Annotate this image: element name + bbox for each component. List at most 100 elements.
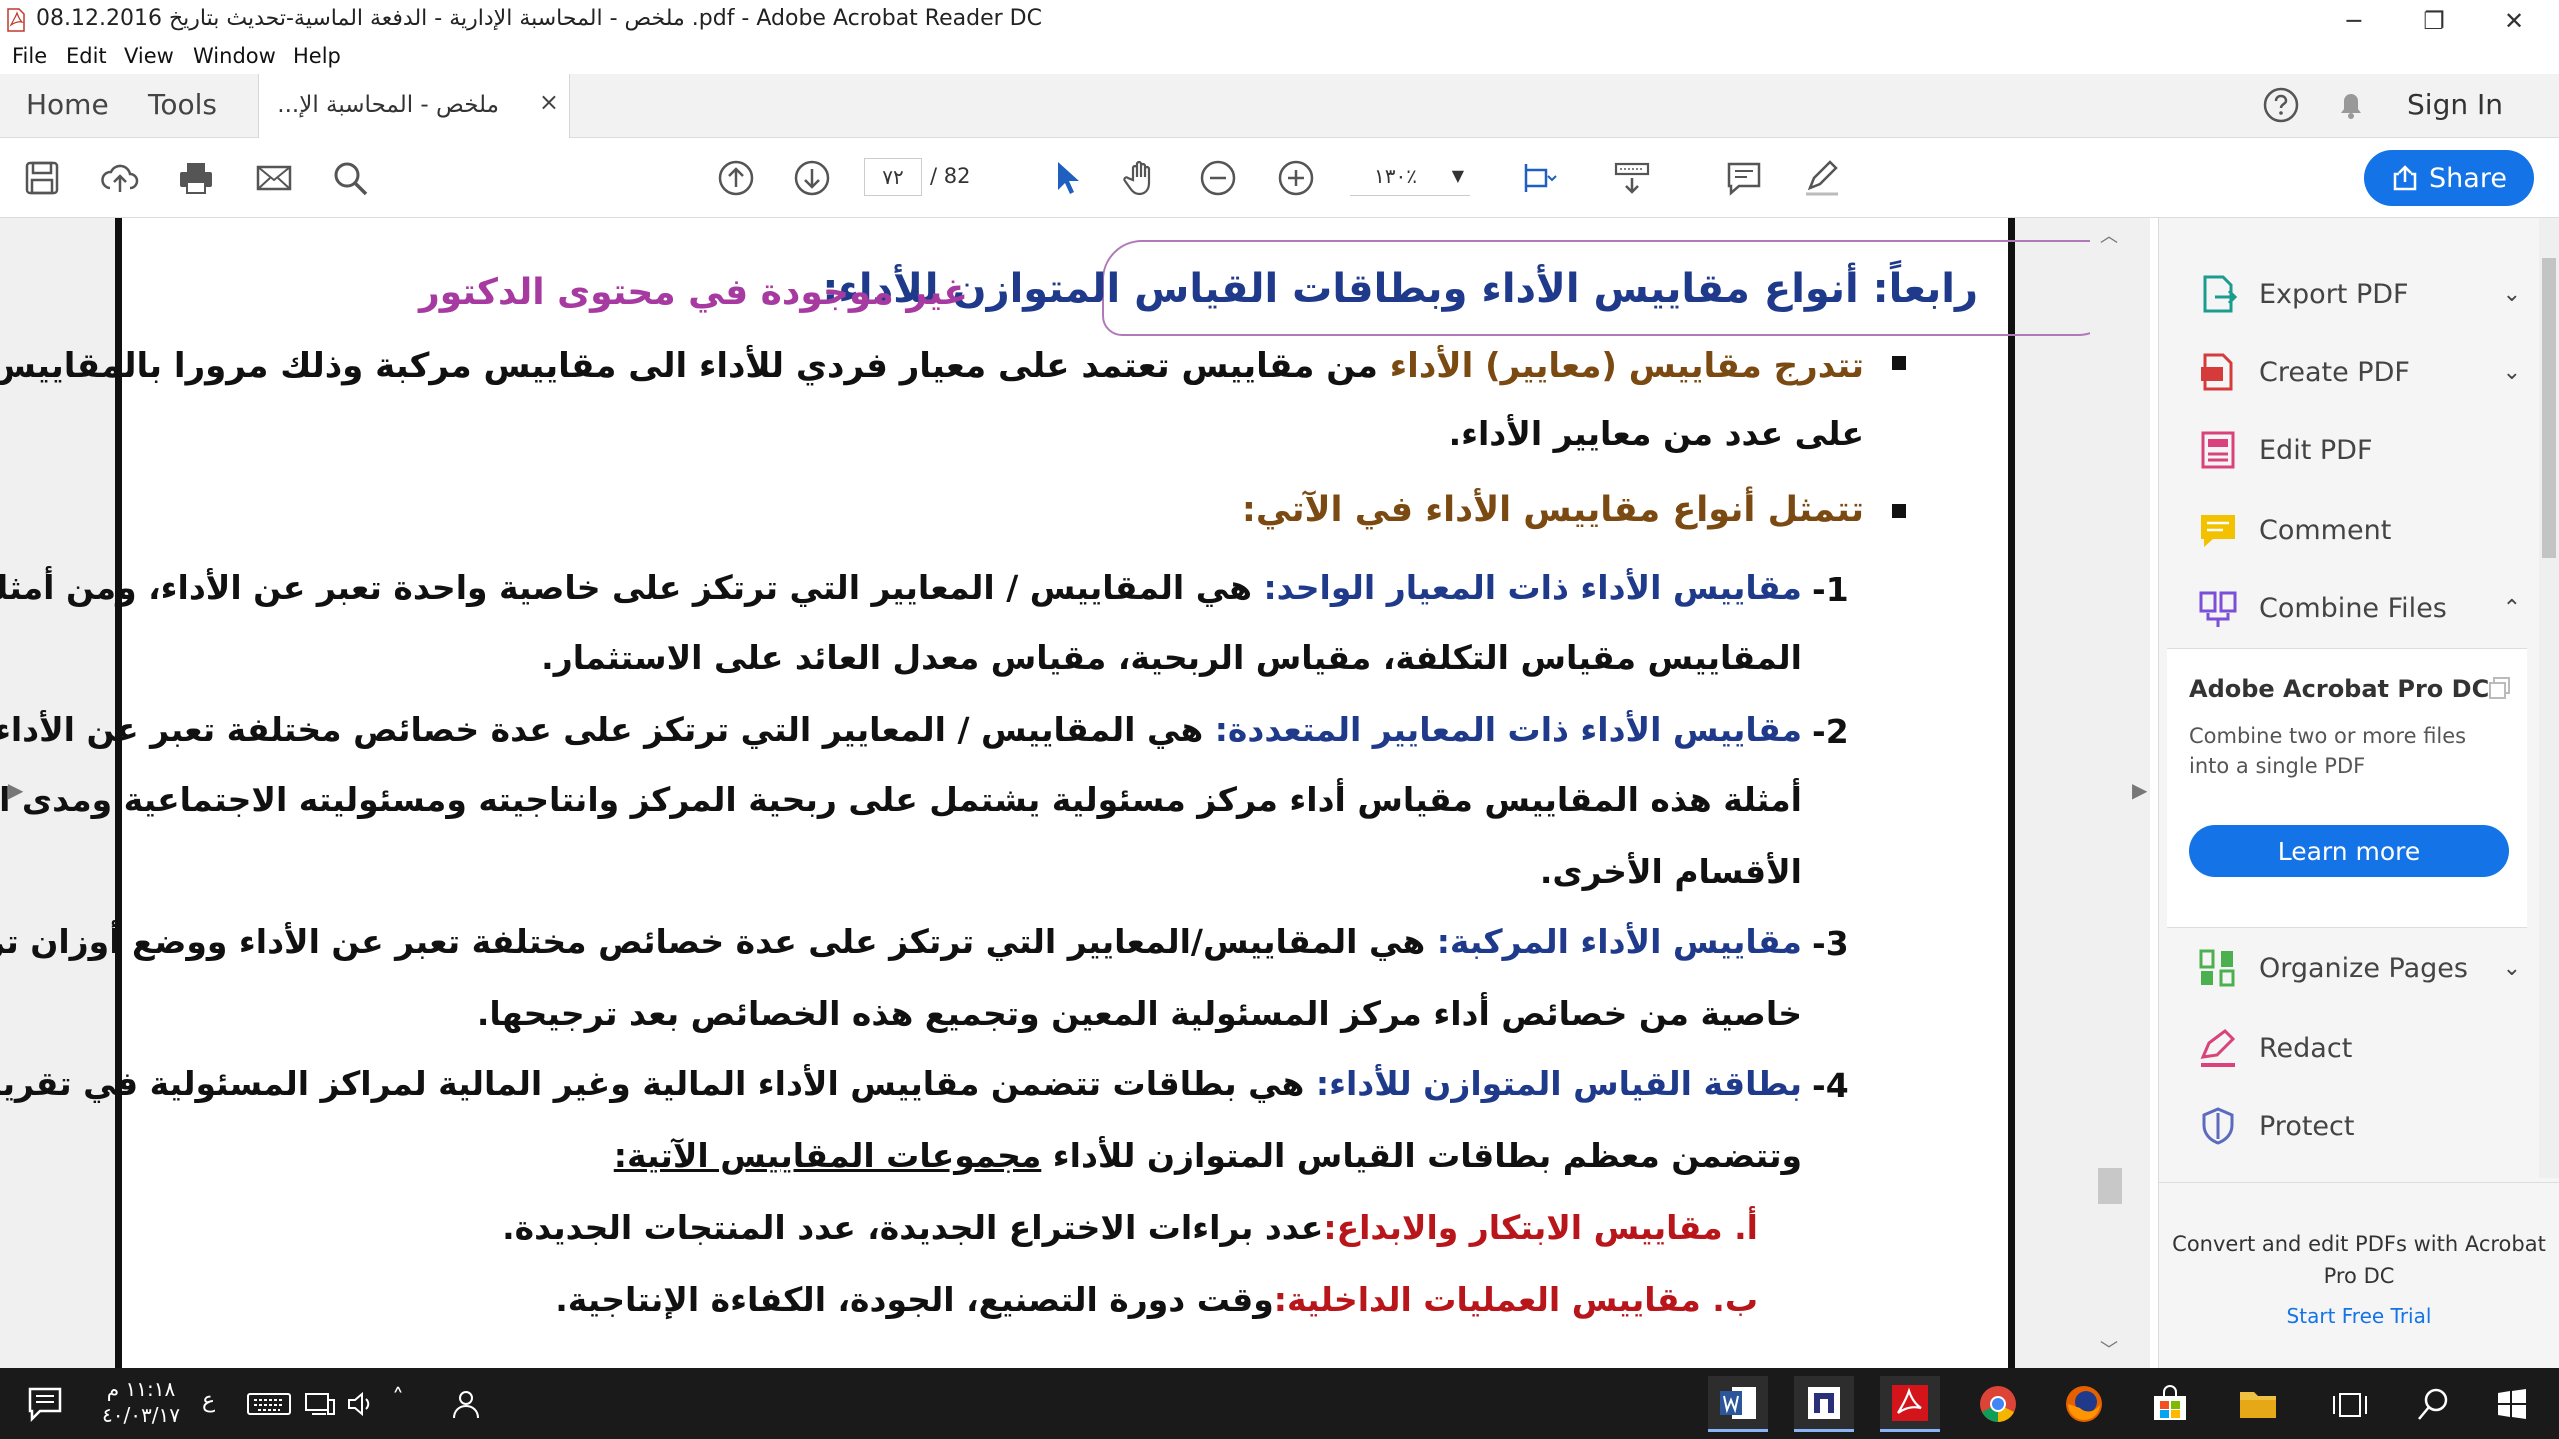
- share-icon: [2393, 165, 2417, 191]
- tab-tools[interactable]: Tools: [148, 88, 217, 121]
- notifications-bell-icon[interactable]: [2332, 86, 2370, 124]
- tool-export-pdf[interactable]: Export PDF ⌄: [2197, 270, 2527, 318]
- pdf-file-icon: [7, 8, 25, 32]
- taskbar-app-icon[interactable]: [1794, 1376, 1854, 1432]
- tool-organize-pages[interactable]: Organize Pages ⌄: [2197, 944, 2527, 992]
- tab-document[interactable]: ملخص - المحاسبة الإ... ×: [258, 74, 570, 138]
- show-hidden-icons-icon[interactable]: ˄: [392, 1384, 404, 1412]
- people-icon[interactable]: [450, 1388, 482, 1420]
- upload-cloud-icon[interactable]: [94, 152, 146, 204]
- tool-comment[interactable]: Comment: [2197, 506, 2527, 554]
- previous-page-icon[interactable]: [710, 152, 762, 204]
- tool-combine-files[interactable]: Combine Files ⌃: [2197, 584, 2527, 632]
- menu-file[interactable]: File: [12, 44, 47, 68]
- menu-window[interactable]: Window: [193, 44, 276, 68]
- highlight-pen-icon[interactable]: [1796, 152, 1848, 204]
- item4-line2a: وتتضمن معظم بطاقات القياس المتوازن للأدا…: [1041, 1136, 1802, 1175]
- scroll-mode-icon[interactable]: [1606, 152, 1658, 204]
- tab-home[interactable]: Home: [26, 88, 109, 121]
- menu-edit[interactable]: Edit: [66, 44, 107, 68]
- taskbar-acrobat-icon[interactable]: [1880, 1376, 1940, 1432]
- sign-in-link[interactable]: Sign In: [2407, 88, 2503, 121]
- bullet-icon: [1892, 504, 1906, 518]
- menu-help[interactable]: Help: [293, 44, 341, 68]
- print-icon[interactable]: [170, 152, 222, 204]
- item3-line: مقاييس الأداء المركبة: هي المقاييس/المعا…: [0, 922, 1802, 961]
- scroll-up-icon[interactable]: ︿: [2100, 222, 2118, 248]
- share-button[interactable]: Share: [2364, 150, 2534, 206]
- volume-icon[interactable]: [346, 1390, 376, 1418]
- clock[interactable]: ١١:١٨ م ٤٠/٠٣/١٧: [96, 1376, 186, 1428]
- search-taskbar-icon[interactable]: [2416, 1386, 2452, 1422]
- close-window-button[interactable]: ✕: [2474, 0, 2554, 42]
- tools-scrollbar[interactable]: [2539, 218, 2559, 1178]
- title-bar: ملخص - المحاسبة الإدارية - الدفعة الماسي…: [0, 0, 2559, 42]
- right-panel-toggle-icon[interactable]: ▶: [2132, 778, 2147, 802]
- tool-protect[interactable]: Protect: [2197, 1102, 2527, 1150]
- tool-redact[interactable]: Redact: [2197, 1024, 2527, 1072]
- next-page-icon[interactable]: [786, 152, 838, 204]
- menu-bar: File Edit View Window Help: [0, 42, 2559, 74]
- chevron-down-icon: ▼: [1451, 166, 1464, 185]
- combine-files-icon: [2199, 591, 2237, 627]
- document-tab-label: ملخص - المحاسبة الإ...: [277, 92, 499, 118]
- chevron-down-icon[interactable]: ⌄: [2503, 956, 2521, 981]
- scroll-down-icon[interactable]: ﹀: [2100, 1336, 2118, 1362]
- zoom-select[interactable]: ١٣٠٪ ▼: [1350, 158, 1470, 196]
- search-icon[interactable]: [324, 152, 376, 204]
- clock-time: ١١:١٨ م: [106, 1377, 176, 1401]
- chevron-down-icon[interactable]: ⌄: [2503, 360, 2521, 385]
- network-icon[interactable]: [304, 1390, 336, 1418]
- windows-start-icon[interactable]: [2496, 1388, 2528, 1420]
- document-viewer[interactable]: ▶ رابعاً: أنواع مقاييس الأداء وبطاقات ال…: [0, 218, 2150, 1368]
- export-pdf-icon: [2203, 275, 2238, 313]
- zoom-value: ١٣٠٪: [1374, 164, 1417, 188]
- zoom-out-icon[interactable]: [1192, 152, 1244, 204]
- tool-edit-pdf[interactable]: Edit PDF: [2197, 426, 2527, 474]
- tool-label: Combine Files: [2259, 592, 2447, 624]
- heading-note: غير موجودة في محتوى الدكتور: [419, 272, 968, 313]
- tools-scrollbar-thumb[interactable]: [2542, 258, 2556, 558]
- window-title: ملخص - المحاسبة الإدارية - الدفعة الماسي…: [36, 6, 1042, 31]
- close-tab-icon[interactable]: ×: [539, 88, 559, 116]
- learn-more-button[interactable]: Learn more: [2189, 825, 2509, 877]
- taskbar-firefox-icon[interactable]: [2054, 1376, 2114, 1432]
- item1-number: -1: [1812, 570, 1849, 609]
- item1-lead: مقاييس الأداء ذات المعيار الواحد:: [1263, 568, 1802, 607]
- chevron-down-icon[interactable]: ⌄: [2503, 282, 2521, 307]
- tab-bar: Home Tools ملخص - المحاسبة الإ... × Sign…: [0, 74, 2559, 138]
- restore-button[interactable]: ❐: [2394, 0, 2474, 42]
- taskbar-word-icon[interactable]: [1708, 1376, 1768, 1432]
- taskbar-file-explorer-icon[interactable]: [2228, 1376, 2288, 1432]
- item2-line-2: أمثلة هذه المقاييس مقياس أداء مركز مسئول…: [0, 780, 1802, 819]
- menu-view[interactable]: View: [124, 44, 174, 68]
- fit-page-icon[interactable]: [1512, 152, 1564, 204]
- item2-line-3: الأقسام الأخرى.: [1539, 852, 1802, 891]
- scrollbar-thumb[interactable]: [2098, 1168, 2122, 1204]
- input-language-indicator[interactable]: ع: [202, 1388, 215, 1413]
- organize-pages-icon: [2199, 949, 2235, 987]
- comment-tool-icon[interactable]: [1718, 152, 1770, 204]
- tool-create-pdf[interactable]: Create PDF ⌄: [2197, 348, 2527, 396]
- action-center-icon[interactable]: [26, 1386, 64, 1422]
- hand-tool-icon[interactable]: [1116, 152, 1168, 204]
- taskbar-store-icon[interactable]: [2140, 1376, 2200, 1432]
- item3-rest: هي المقاييس/المعايير التي ترتكز على عدة …: [0, 922, 1437, 961]
- start-free-trial-link[interactable]: Start Free Trial: [2159, 1304, 2559, 1328]
- item2-rest: هي المقاييس / المعايير التي ترتكز على عد…: [0, 710, 1215, 749]
- touch-keyboard-icon[interactable]: [246, 1390, 292, 1418]
- select-cursor-icon[interactable]: [1040, 152, 1092, 204]
- task-view-icon[interactable]: [2332, 1388, 2368, 1422]
- share-label: Share: [2429, 162, 2507, 194]
- taskbar-chrome-icon[interactable]: [1968, 1376, 2028, 1432]
- email-icon[interactable]: [248, 152, 300, 204]
- page-number-input[interactable]: ٧٢: [864, 158, 922, 196]
- chevron-up-icon[interactable]: ⌃: [2503, 596, 2521, 621]
- paragraph-line-2: على عدد من معايير الأداء.: [1448, 414, 1864, 453]
- help-icon[interactable]: [2262, 86, 2300, 124]
- zoom-in-icon[interactable]: [1270, 152, 1322, 204]
- promo-description: Combine two or more files into a single …: [2189, 724, 2467, 778]
- save-icon[interactable]: [16, 152, 68, 204]
- minimize-button[interactable]: ─: [2314, 0, 2394, 42]
- tool-label: Protect: [2259, 1110, 2355, 1142]
